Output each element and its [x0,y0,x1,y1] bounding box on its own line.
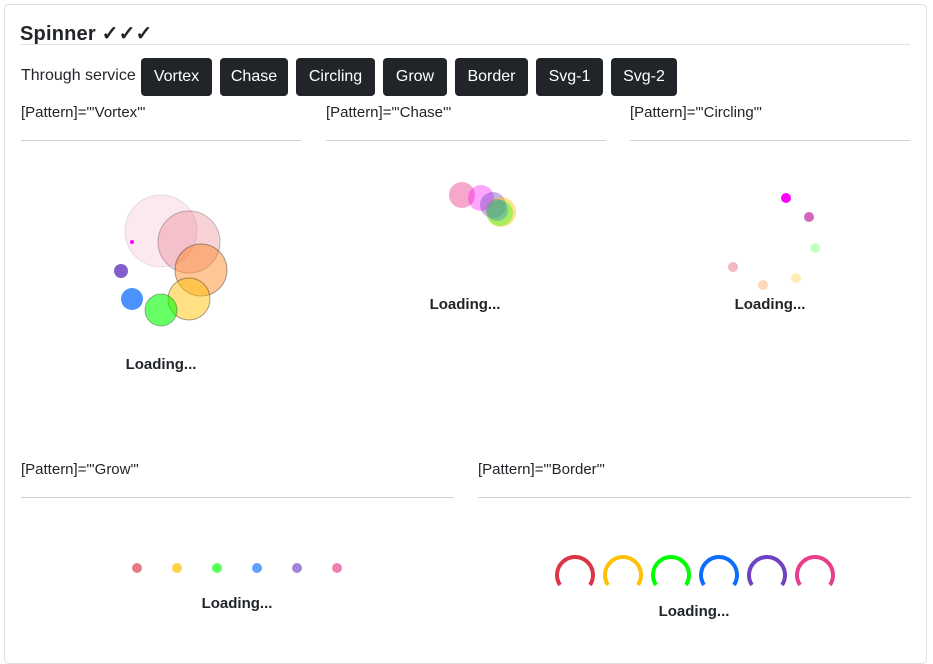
vortex-button[interactable]: Vortex [141,58,212,96]
svg-2-button[interactable]: Svg-2 [611,58,677,96]
vortex-loading-text: Loading... [125,356,197,373]
border-pattern-label: [Pattern]="'Border'" [478,461,605,478]
circling-divider [630,140,910,141]
chase-spinner-icon [449,182,516,227]
border-loading-text: Loading... [658,603,730,620]
chase-divider [326,140,606,141]
grow-divider [21,497,454,498]
grow-pattern-label: [Pattern]="'Grow'" [21,461,139,478]
chase-pattern-label: [Pattern]="'Chase'" [326,104,452,121]
vortex-pattern-label: [Pattern]="'Vortex'" [21,104,146,121]
border-spinner-icon [555,555,835,587]
circling-button[interactable]: Circling [296,58,375,96]
vortex-spinner-icon [114,194,228,327]
border-divider [478,497,911,498]
chase-button[interactable]: Chase [220,58,288,96]
border-button[interactable]: Border [455,58,528,96]
grow-spinner-icon [132,563,342,573]
title-divider [20,44,910,45]
circling-loading-text: Loading... [734,296,806,313]
grow-button[interactable]: Grow [383,58,447,96]
svg-1-button[interactable]: Svg-1 [536,58,603,96]
chase-loading-text: Loading... [429,296,501,313]
circling-spinner-icon [728,193,820,290]
circling-pattern-label: [Pattern]="'Circling'" [630,104,762,121]
vortex-divider [21,140,301,141]
page-title: Spinner ✓✓✓ [20,23,153,45]
grow-loading-text: Loading... [201,595,273,612]
through-service-label: Through service [21,67,136,84]
